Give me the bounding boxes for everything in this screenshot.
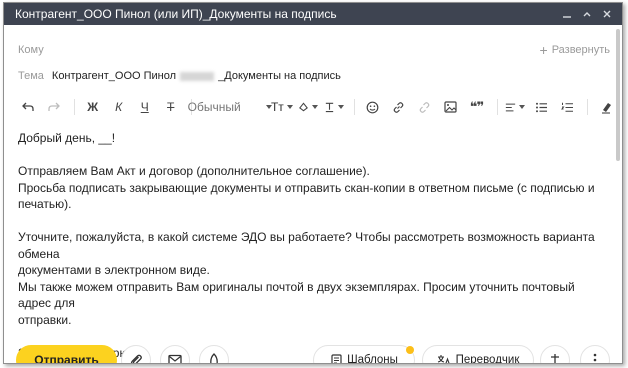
reminder-button[interactable] (199, 345, 229, 363)
message-body[interactable]: Добрый день, __! Отправляем Вам Акт и до… (18, 130, 603, 361)
minimize-icon[interactable] (558, 5, 576, 23)
underline-button[interactable]: Ч (135, 96, 155, 118)
body-text-line: Просьба подписать закрывающие документы … (18, 180, 595, 195)
text-background-dropdown[interactable] (324, 96, 344, 118)
chevron-down-icon (311, 105, 318, 109)
paragraph-style-label: Обычный (187, 100, 241, 114)
paperclip-icon (130, 354, 142, 363)
link-icon[interactable] (389, 96, 409, 118)
subject-input[interactable]: Контрагент_ООО Пинол _Документы на подпи… (52, 70, 341, 82)
expand-label: Развернуть (551, 44, 610, 56)
subject-suffix: _Документы на подпись (218, 70, 341, 82)
chevron-down-icon (337, 105, 344, 109)
body-text-line: отправки. (18, 312, 72, 327)
to-row[interactable]: Кому + Развернуть (4, 39, 622, 61)
more-vertical-icon (593, 353, 597, 362)
rocket-icon (210, 353, 218, 363)
expand-recipients-button[interactable]: + Развернуть (540, 43, 611, 57)
body-text-line: Уточните, пожалуйста, в какой системе ЭД… (18, 230, 595, 261)
compose-footer: Отправить Шаблоны Переводчик (4, 343, 622, 364)
window-title: Контрагент_ООО Пинол (или ИП)_Документы … (15, 7, 337, 21)
unlink-icon[interactable] (415, 96, 435, 118)
image-icon[interactable] (441, 96, 461, 118)
maximize-icon[interactable] (578, 5, 596, 23)
translator-label: Переводчик (455, 354, 520, 364)
align-dropdown[interactable] (505, 96, 526, 118)
bulleted-list-icon[interactable] (531, 96, 551, 118)
redacted-text (180, 71, 215, 81)
toolbar-divider (353, 99, 355, 115)
notification-dot (406, 346, 414, 354)
translate-icon (437, 354, 450, 363)
more-options-button[interactable] (580, 345, 610, 363)
numbered-list-icon[interactable] (557, 96, 577, 118)
formatting-toolbar: Ж К Ч Т Обычный Тт ❝❞ (4, 94, 622, 120)
font-size-label: Тт (270, 100, 284, 114)
font-color-icon (551, 354, 559, 363)
redo-icon[interactable] (44, 96, 64, 118)
quote-icon[interactable]: ❝❞ (467, 96, 487, 118)
subject-label: Тема (18, 70, 44, 82)
envelope-icon (168, 354, 182, 363)
toolbar-divider (587, 99, 588, 115)
templates-label: Шаблоны (347, 354, 398, 364)
emoji-icon[interactable] (363, 96, 383, 118)
to-label: Кому (18, 44, 44, 56)
strikethrough-button[interactable]: Т (161, 96, 181, 118)
plus-icon: + (539, 42, 548, 58)
templates-button[interactable]: Шаблоны (313, 345, 415, 364)
body-text-line: Мы также можем отправить Вам оригиналы п… (18, 279, 575, 311)
chevron-down-icon (286, 105, 293, 109)
scrollbar[interactable] (616, 29, 620, 161)
bold-button[interactable]: Ж (83, 96, 103, 118)
text-style-button[interactable] (540, 345, 570, 363)
window-titlebar: Контрагент_ООО Пинол (или ИП)_Документы … (4, 3, 622, 25)
postcard-button[interactable] (160, 345, 190, 363)
text-color-icon (325, 102, 334, 113)
compose-window: Контрагент_ООО Пинол (или ИП)_Документы … (3, 2, 623, 364)
clear-formatting-icon[interactable] (596, 96, 616, 118)
toolbar-divider (74, 99, 75, 115)
subject-row[interactable]: Тема Контрагент_ООО Пинол _Документы на … (4, 65, 622, 87)
close-icon[interactable] (598, 5, 616, 23)
subject-prefix: Контрагент_ООО Пинол (51, 70, 177, 82)
fill-color-icon (298, 102, 308, 112)
body-text-line: документами в электронном виде. (18, 263, 210, 277)
attach-button[interactable] (121, 345, 151, 363)
paragraph-style-dropdown[interactable]: Обычный (188, 96, 272, 118)
italic-button[interactable]: К (109, 96, 129, 118)
template-icon (331, 353, 342, 363)
font-size-dropdown[interactable]: Тт (270, 96, 293, 118)
body-text-line: Отправляем Вам Акт и договор (дополнител… (18, 164, 370, 178)
toolbar-divider (496, 99, 498, 115)
send-button[interactable]: Отправить (16, 345, 117, 363)
body-text-line: печатью). (18, 197, 72, 211)
greeting-line: Добрый день, __! (18, 131, 116, 145)
chevron-down-icon (519, 105, 526, 109)
translator-button[interactable]: Переводчик (422, 345, 534, 364)
align-left-icon (506, 103, 516, 111)
undo-icon[interactable] (18, 96, 38, 118)
text-color-dropdown[interactable] (298, 96, 318, 118)
